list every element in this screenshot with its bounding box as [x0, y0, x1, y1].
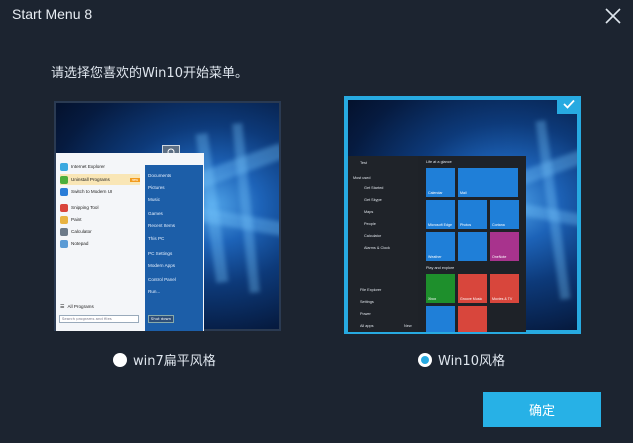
- list-item: Alarms & Clock: [364, 246, 390, 250]
- tile-group-label: Life at a glance: [426, 160, 452, 164]
- list-item: Notepad: [60, 238, 88, 249]
- xbox-tile: Xbox: [426, 274, 455, 303]
- list-item: Calculator: [60, 226, 92, 237]
- radio-button[interactable]: [418, 352, 432, 367]
- list-item: Music: [148, 197, 160, 202]
- news-tile: [458, 306, 487, 332]
- cortana-tile: Cortana: [490, 200, 519, 229]
- list-item: Games: [148, 211, 163, 216]
- paint-icon: [60, 215, 68, 224]
- win7-right-pane: Documents Pictures Music Games Recent It…: [145, 165, 203, 331]
- radio-label: win7扁平风格: [133, 354, 216, 369]
- list-item: Power: [360, 312, 371, 316]
- radio-button[interactable]: [113, 352, 127, 367]
- list-item: Control Panel: [148, 277, 176, 282]
- window-title: Start Menu 8: [12, 6, 93, 22]
- win10-style-radio[interactable]: Win10风格: [418, 350, 505, 369]
- check-icon: [563, 99, 575, 109]
- confirm-button[interactable]: 确定: [483, 392, 601, 427]
- close-button[interactable]: [603, 6, 623, 26]
- win10-start-menu: Test Most used Get Started Get Skype Map…: [348, 156, 526, 332]
- modern-ui-icon: [60, 187, 68, 196]
- title-bar: Start Menu 8: [0, 0, 633, 34]
- list-item: Paint: [60, 214, 81, 225]
- list-item: People: [364, 222, 376, 226]
- win10-style-preview[interactable]: Test Most used Get Started Get Skype Map…: [344, 96, 581, 334]
- list-item: Get Skype: [364, 198, 382, 202]
- radio-label: Win10风格: [438, 354, 505, 369]
- list-item: Snipping Tool: [60, 202, 99, 213]
- search-input: Search programs and files: [59, 315, 139, 323]
- win7-style-radio[interactable]: win7扁平风格: [113, 350, 216, 369]
- list-item: File Explorer: [360, 288, 382, 292]
- shutdown-button: Shut down: [148, 315, 174, 323]
- list-item: Documents: [148, 173, 172, 178]
- list-item: Calculator: [364, 234, 382, 238]
- list-item: Maps: [364, 210, 374, 214]
- uninstall-icon: [60, 175, 68, 184]
- list-item: Get Started: [364, 186, 384, 190]
- calendar-tile: Calendar: [426, 168, 455, 197]
- list-item: Internet Explorer: [60, 161, 105, 172]
- finance-tile: [426, 306, 455, 332]
- edge-tile: Microsoft Edge: [426, 200, 455, 229]
- list-item: Modern Apps: [148, 263, 176, 268]
- onenote-tile: OneNote: [490, 232, 519, 261]
- user-name: Test: [360, 161, 367, 165]
- list-item: Pictures: [148, 185, 165, 190]
- close-icon: [605, 8, 621, 24]
- list-item: This PC: [148, 236, 165, 241]
- list-item: Switch to Modern UI: [60, 186, 112, 197]
- list-item: PC Settings: [148, 251, 173, 256]
- list-item: Run...: [148, 289, 161, 294]
- weather-tile: Weather: [426, 232, 455, 261]
- win7-style-preview[interactable]: Internet Explorer Uninstall Programs new …: [54, 101, 281, 331]
- section-label: Most used: [353, 176, 371, 180]
- tile-group-label: Play and explore: [426, 266, 455, 270]
- photos-tile: Photos: [458, 200, 487, 229]
- mail-tile: Mail: [458, 168, 518, 197]
- win10-left-pane: Test Most used Get Started Get Skype Map…: [348, 156, 418, 332]
- blank-tile: [458, 232, 487, 261]
- groove-music-tile: Groove Music: [458, 274, 487, 303]
- list-item: All apps: [360, 324, 374, 328]
- notepad-icon: [60, 239, 68, 248]
- new-label: New: [404, 324, 412, 328]
- snipping-tool-icon: [60, 203, 68, 212]
- calculator-icon: [60, 227, 68, 236]
- instruction-text: 请选择您喜欢的Win10开始菜单。: [51, 66, 248, 81]
- all-programs: ☰ All Programs: [60, 303, 94, 310]
- list-item: Uninstall Programs new: [60, 174, 140, 185]
- internet-explorer-icon: [60, 162, 68, 171]
- movies-tv-tile: Movies & TV: [490, 274, 519, 303]
- list-item: Recent Items: [148, 223, 176, 228]
- selected-check-badge: [557, 96, 581, 114]
- list-item: Settings: [360, 300, 374, 304]
